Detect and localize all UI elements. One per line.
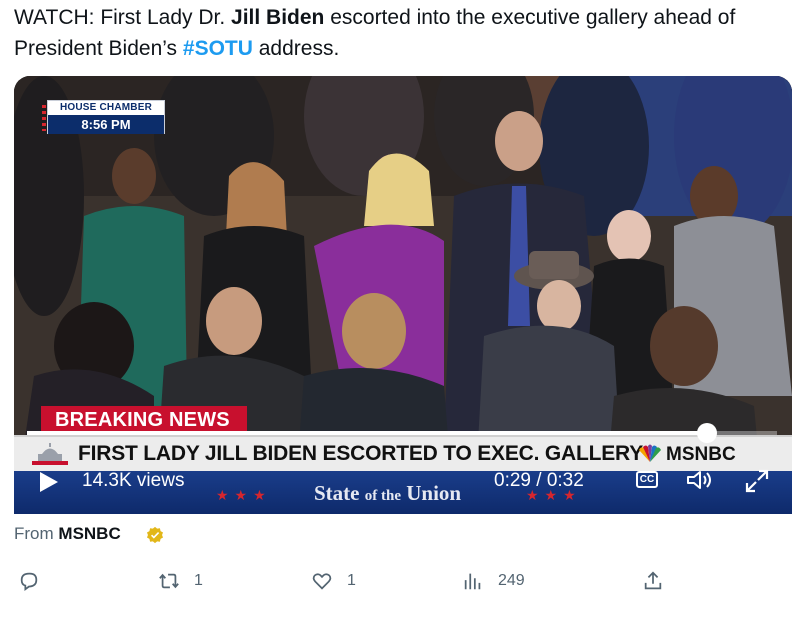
flag-stripes-decoration (42, 105, 46, 131)
chamber-label: HOUSE CHAMBER (48, 101, 164, 115)
volume-icon[interactable] (686, 469, 716, 491)
share-button[interactable] (642, 569, 664, 593)
sotu-union: Union (406, 481, 462, 505)
tweet-text-prefix: WATCH: First Lady Dr. (14, 6, 232, 29)
tweet-text-suffix: address. (252, 37, 340, 60)
retweet-icon (159, 573, 179, 589)
stars-decoration-left: ★★★ (216, 487, 272, 503)
video-progress-knob[interactable] (696, 423, 717, 443)
video-progress-fill (27, 431, 707, 435)
reply-icon (20, 572, 38, 591)
tweet-mention-jill-biden: Jill Biden (231, 6, 325, 29)
chyron-headline: FIRST LADY JILL BIDEN ESCORTED TO EXEC. … (78, 442, 644, 465)
video-time: 0:29 / 0:32 (494, 470, 584, 491)
retweet-button[interactable]: 1 (158, 569, 203, 593)
like-count: 1 (347, 572, 356, 589)
video-view-count: 14.3K views (82, 470, 185, 491)
retweet-count: 1 (194, 572, 203, 589)
capitol-icon (32, 443, 68, 465)
sotu-of-the: of the (364, 488, 401, 504)
fullscreen-icon[interactable] (745, 469, 769, 493)
source-account-link[interactable]: MSNBC (58, 524, 120, 543)
from-label: From (14, 524, 54, 543)
cc-icon[interactable]: CC (636, 471, 658, 488)
verified-badge-icon (146, 526, 164, 544)
views-chart-icon (464, 573, 481, 590)
video-progress-bar[interactable] (27, 423, 777, 443)
reply-button[interactable] (18, 569, 54, 593)
state-of-the-union-logo: State of the Union (314, 481, 461, 506)
sotu-state: State (314, 481, 360, 505)
like-button[interactable]: 1 (311, 569, 356, 593)
chamber-time: 8:56 PM (48, 115, 164, 134)
tweet-action-bar: 1 1 249 (0, 565, 800, 599)
tweet-text: WATCH: First Lady Dr. Jill Biden escorte… (14, 2, 794, 64)
network-name: MSNBC (666, 444, 736, 465)
video-source: From MSNBC (14, 524, 121, 544)
views-count: 249 (498, 572, 525, 589)
play-icon[interactable] (38, 470, 60, 494)
network-logo-text: MSNBC (636, 444, 736, 466)
like-icon (312, 573, 332, 590)
house-chamber-tag: HOUSE CHAMBER 8:56 PM (42, 100, 165, 134)
views-button[interactable]: 249 (462, 569, 525, 593)
share-icon (644, 571, 662, 590)
hashtag-sotu-link[interactable]: #SOTU (183, 37, 253, 60)
